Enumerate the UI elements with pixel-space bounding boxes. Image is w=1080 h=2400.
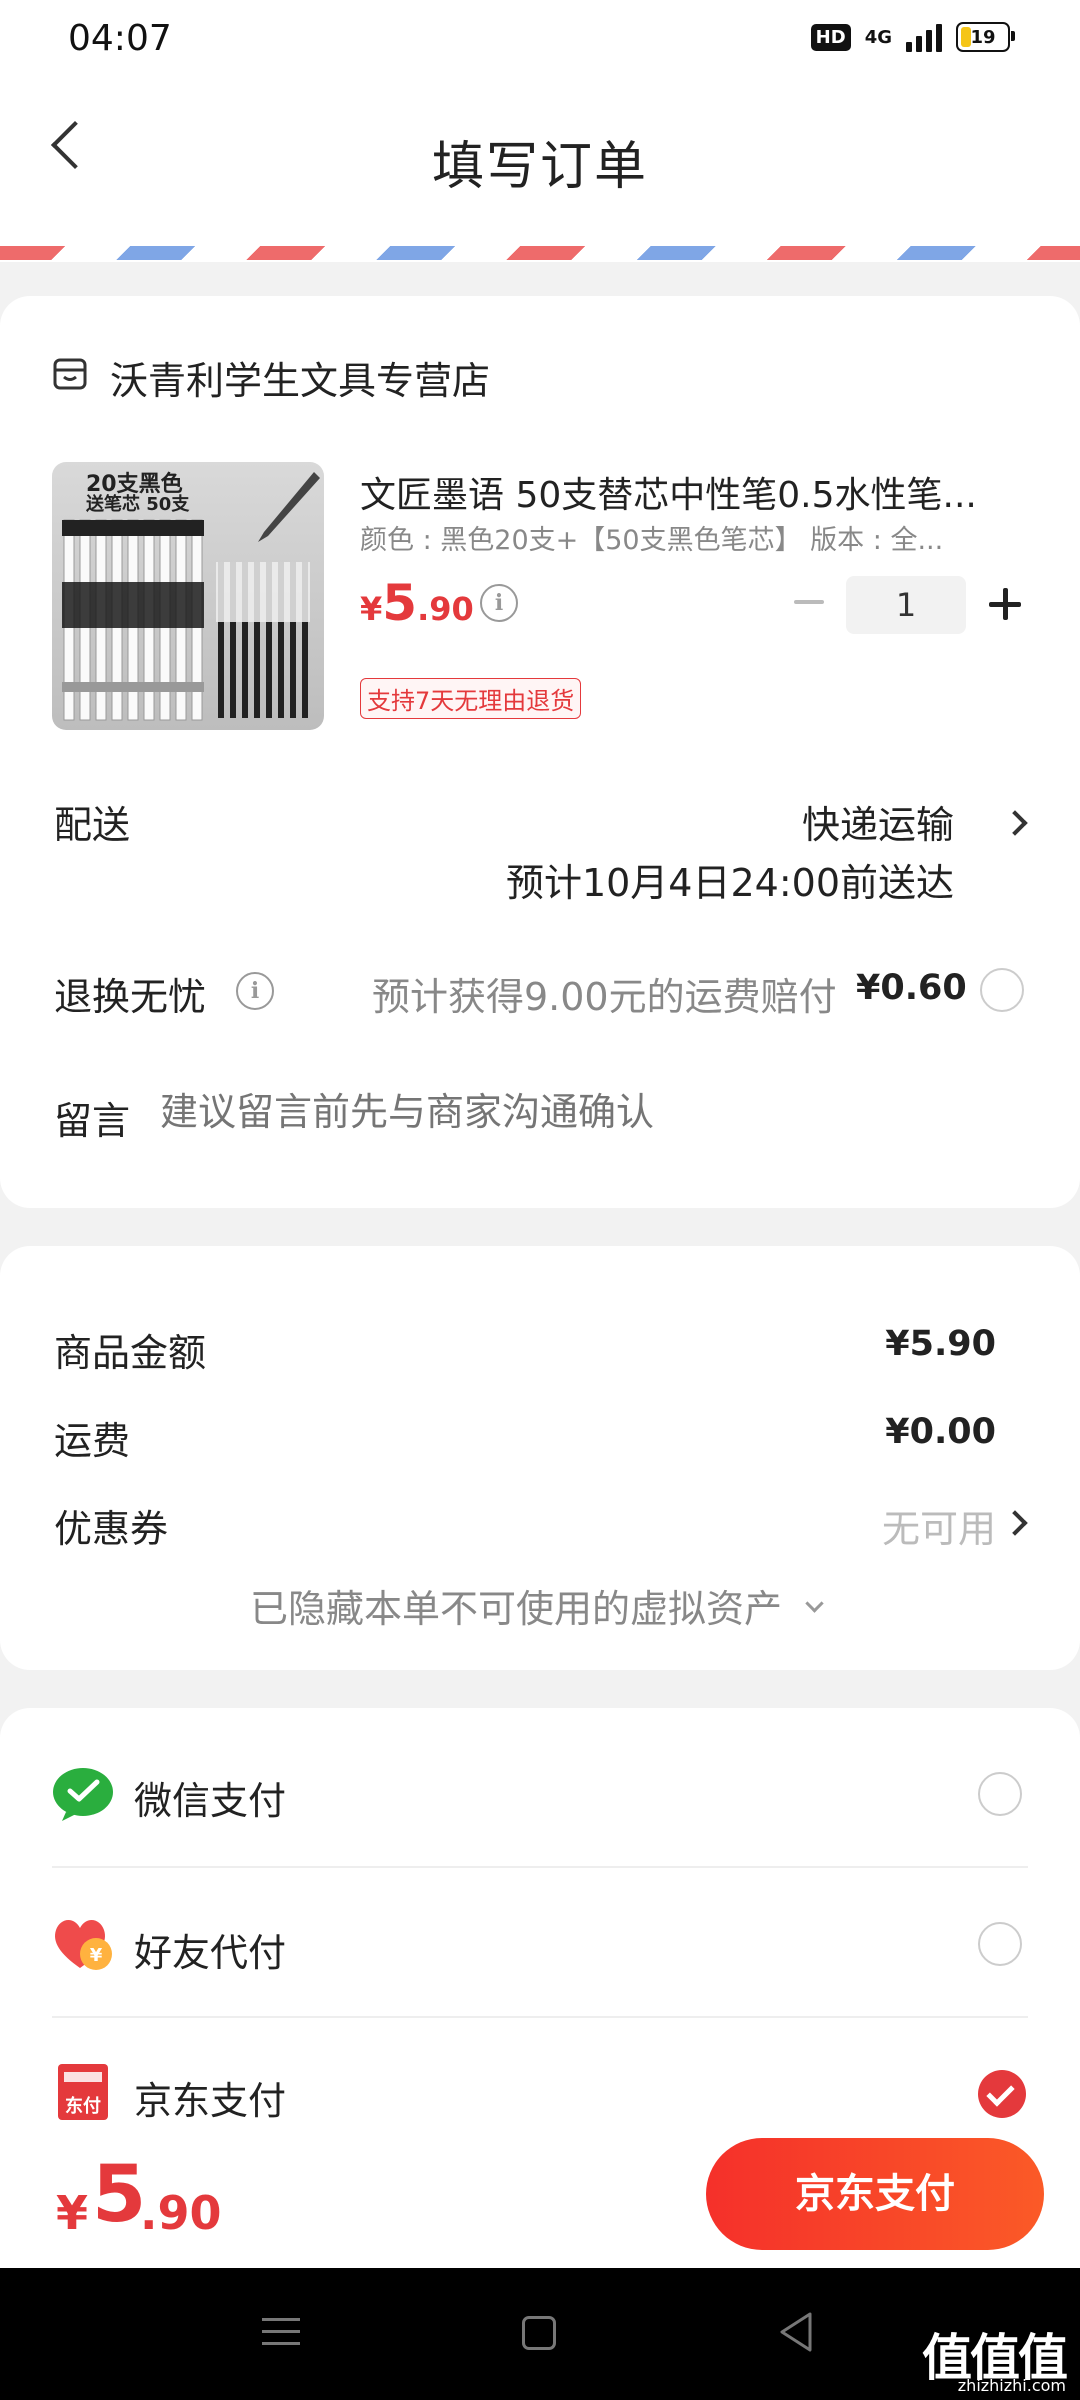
- product-image[interactable]: 20支黑色 送笔芯 50支: [52, 462, 324, 730]
- pay-button[interactable]: 京东支付: [706, 2138, 1044, 2250]
- divider: [52, 2016, 1028, 2018]
- return-policy-badge: 支持7天无理由退货: [360, 678, 582, 719]
- payment-label: 好友代付: [134, 1931, 287, 1975]
- battery-level: 19: [970, 26, 996, 48]
- coupon-value[interactable]: 无可用: [882, 1498, 996, 1553]
- hidden-assets-text: 已隐藏本单不可使用的虚拟资产: [250, 1587, 783, 1631]
- wechat-pay-icon: [53, 1768, 113, 1821]
- store-name[interactable]: 沃青利学生文具专营店: [110, 350, 490, 405]
- shipping-label: 运费: [54, 1419, 131, 1463]
- insurance-price: ¥0.60: [856, 968, 967, 1008]
- insurance-label: 退换无忧: [54, 975, 207, 1019]
- total-integer: 5: [92, 2150, 147, 2240]
- airmail-stripe: [0, 246, 1080, 260]
- product-price: ¥5.90: [360, 574, 474, 632]
- watermark-url: zhizhizhi.com: [957, 2376, 1066, 2395]
- jd-pay-radio-checked[interactable]: [978, 2070, 1026, 2118]
- jd-pay-icon: 东付: [58, 2064, 108, 2120]
- goods-amount-value: ¥5.90: [885, 1324, 996, 1364]
- wechat-pay-radio[interactable]: [978, 1772, 1022, 1816]
- price-decimal: .90: [417, 590, 474, 628]
- status-time: 04:07: [68, 18, 172, 59]
- friend-pay-radio[interactable]: [978, 1922, 1022, 1966]
- signal-icon: [906, 22, 942, 52]
- insurance-info-icon[interactable]: i: [236, 972, 274, 1010]
- home-icon[interactable]: [522, 2316, 556, 2350]
- coupon-label: 优惠券: [54, 1507, 169, 1551]
- payment-label: 微信支付: [134, 1779, 287, 1823]
- chevron-down-icon: [805, 1594, 824, 1613]
- menu-icon[interactable]: [262, 2318, 300, 2346]
- hidden-assets-toggle[interactable]: 已隐藏本单不可使用的虚拟资产: [250, 1578, 824, 1633]
- page-title: 填写订单: [431, 137, 648, 197]
- quantity-increase-button[interactable]: [980, 574, 1030, 634]
- quantity-decrease-button[interactable]: [784, 574, 834, 630]
- quantity-input[interactable]: [846, 576, 966, 634]
- message-input[interactable]: [160, 1084, 1020, 1140]
- order-card: [0, 296, 1080, 1208]
- nav-back-icon[interactable]: [776, 2310, 816, 2354]
- total-decimal: .90: [140, 2186, 222, 2240]
- divider: [52, 1866, 1028, 1868]
- delivery-label: 配送: [54, 803, 131, 847]
- svg-text:¥: ¥: [90, 1945, 103, 1966]
- product-title[interactable]: 文匠墨语 50支替芯中性笔0.5水性笔...: [360, 466, 1010, 518]
- delivery-estimate: 预计10月4日24:00前送达: [505, 861, 954, 905]
- delivery-method[interactable]: 快递运输: [802, 794, 954, 849]
- goods-amount-label: 商品金额: [54, 1331, 207, 1375]
- hd-icon: HD: [810, 23, 851, 51]
- friend-pay-icon: ¥: [55, 1919, 112, 1970]
- insurance-description: 预计获得9.00元的运费赔付: [372, 975, 837, 1019]
- price-integer: 5: [382, 574, 418, 632]
- store-icon: [53, 358, 87, 390]
- network-label: 4G: [864, 26, 892, 48]
- status-icons: HD 4G 19: [810, 22, 1015, 52]
- price-info-icon[interactable]: i: [480, 584, 518, 622]
- shipping-value: ¥0.00: [885, 1412, 996, 1452]
- product-spec[interactable]: 颜色 : 黑色20支+【50支黑色笔芯】 版本 : 全...: [360, 518, 990, 557]
- price-symbol: ¥: [360, 590, 383, 628]
- total-symbol: ¥: [56, 2186, 89, 2240]
- insurance-radio[interactable]: [980, 968, 1024, 1012]
- battery-icon: 19: [956, 22, 1015, 52]
- payment-label: 京东支付: [134, 2079, 287, 2123]
- jd-pay-icon-text: 东付: [65, 2096, 101, 2117]
- pens-illustration: [62, 472, 320, 721]
- message-label: 留言: [54, 1099, 131, 1143]
